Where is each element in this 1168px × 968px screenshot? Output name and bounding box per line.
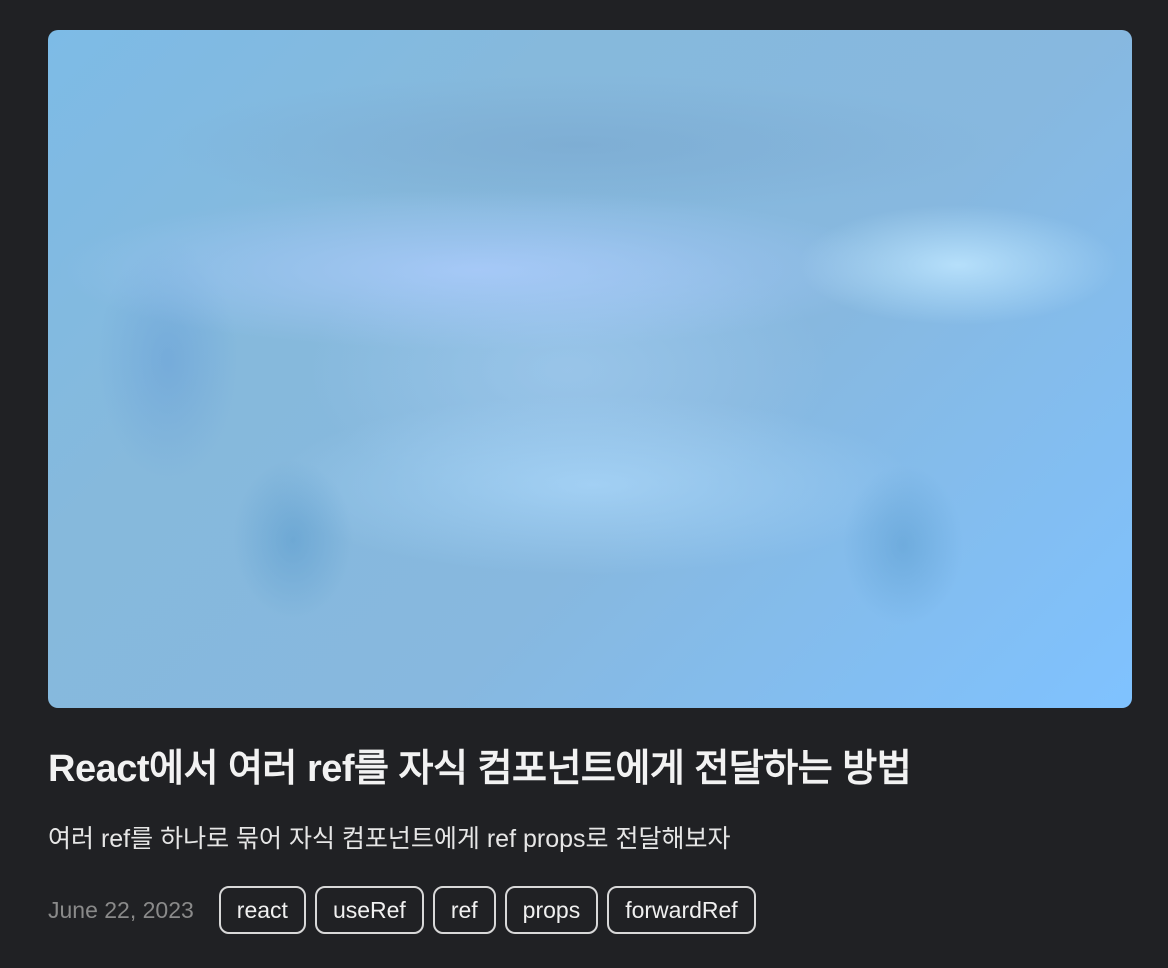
tag-ref[interactable]: ref <box>432 886 496 934</box>
post-description: 여러 ref를 하나로 묶어 자식 컴포넌트에게 ref props로 전달해보… <box>48 825 731 853</box>
tag-useref[interactable]: useRef <box>314 886 424 934</box>
post-thumbnail-image[interactable] <box>48 30 1132 708</box>
post-meta: June 22, 2023 react useRef ref props for… <box>48 884 756 936</box>
post-card[interactable]: React에서 여러 ref를 자식 컴포넌트에게 전달하는 방법 여러 ref… <box>0 0 1168 968</box>
tag-list: react useRef ref props forwardRef <box>218 886 756 934</box>
tag-react[interactable]: react <box>218 886 306 934</box>
tag-props[interactable]: props <box>504 886 599 934</box>
tag-forwardref[interactable]: forwardRef <box>607 886 756 934</box>
post-date: June 22, 2023 <box>48 896 194 923</box>
post-title[interactable]: React에서 여러 ref를 자식 컴포넌트에게 전달하는 방법 <box>48 742 912 796</box>
